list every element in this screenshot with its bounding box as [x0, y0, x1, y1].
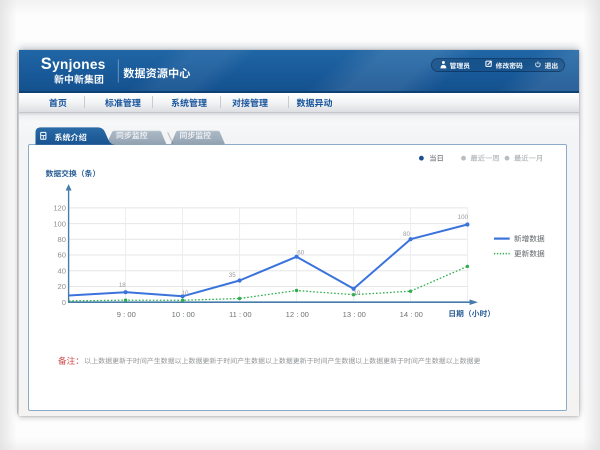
svg-text:Synjones: Synjones [41, 55, 106, 73]
svg-text:35: 35 [229, 272, 236, 279]
svg-text:10: 10 [182, 290, 189, 297]
svg-text:10 : 00: 10 : 00 [172, 310, 195, 319]
svg-text:80: 80 [403, 231, 410, 238]
svg-text:120: 120 [53, 204, 66, 213]
svg-text:0: 0 [62, 298, 66, 307]
svg-text:40: 40 [58, 267, 66, 276]
svg-text:80: 80 [58, 235, 66, 244]
svg-text:18: 18 [119, 282, 126, 289]
svg-text:11 : 00: 11 : 00 [229, 310, 252, 319]
svg-text:100: 100 [458, 214, 469, 221]
svg-text:12 : 00: 12 : 00 [286, 310, 309, 319]
svg-text:13 : 00: 13 : 00 [343, 310, 366, 319]
svg-text:9 : 00: 9 : 00 [117, 310, 136, 319]
svg-text:14 : 00: 14 : 00 [400, 310, 423, 319]
svg-text:10: 10 [353, 290, 360, 297]
svg-text:20: 20 [58, 282, 66, 291]
svg-text:60: 60 [297, 249, 304, 256]
svg-text:100: 100 [53, 219, 66, 228]
svg-text:60: 60 [58, 251, 66, 260]
